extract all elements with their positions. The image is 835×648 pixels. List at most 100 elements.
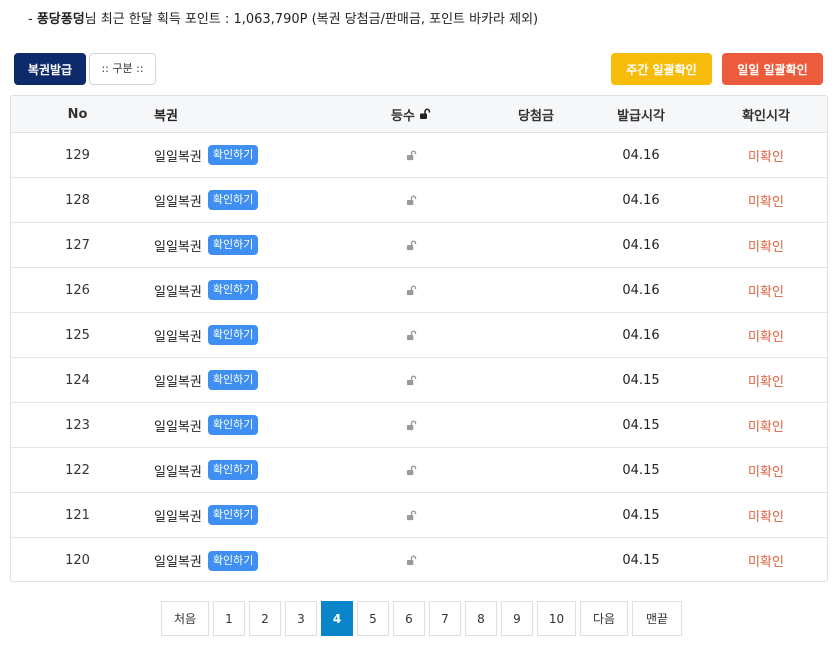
row-rank: [366, 538, 456, 581]
page-4-button[interactable]: 4: [321, 601, 353, 636]
weekly-bulk-check-button[interactable]: 주간 일괄확인: [611, 53, 712, 85]
status-text: 미확인: [748, 419, 784, 435]
status-text: 미확인: [748, 284, 784, 300]
row-check-status: 미확인: [711, 493, 821, 537]
confirm-button[interactable]: 확인하기: [207, 505, 259, 525]
confirm-button[interactable]: 확인하기: [207, 415, 259, 435]
confirm-button[interactable]: 확인하기: [207, 190, 259, 210]
row-prize: [471, 493, 601, 537]
page-first-button[interactable]: 처음: [161, 601, 209, 636]
header-rank-label: 등수: [391, 108, 415, 124]
row-rank: [366, 223, 456, 267]
confirm-button[interactable]: 확인하기: [207, 280, 259, 300]
unlock-icon: [406, 420, 417, 431]
status-text: 미확인: [748, 509, 784, 525]
row-name: 일일복권 확인하기: [151, 538, 361, 581]
confirm-button[interactable]: 확인하기: [207, 325, 259, 345]
row-rank: [366, 313, 456, 357]
lottery-name: 일일복권: [154, 149, 202, 165]
unlock-icon: [406, 195, 417, 206]
summary-username: 퐁당퐁덩: [36, 12, 85, 27]
page-last-button[interactable]: 맨끝: [632, 601, 682, 636]
row-no: 121: [65, 507, 90, 523]
pagination: 처음 1 2 3 4 5 6 7 8 9 10 다음 맨끝: [0, 601, 835, 636]
page-6-button[interactable]: 6: [393, 601, 425, 636]
page-7-button[interactable]: 7: [429, 601, 461, 636]
row-issued-time: 04.15: [622, 417, 660, 433]
status-text: 미확인: [748, 149, 784, 165]
row-rank: [366, 178, 456, 222]
table-row: 120 일일복권 확인하기 04.15 미확인: [11, 538, 827, 581]
table-row: 121 일일복권 확인하기 04.15 미확인: [11, 493, 827, 538]
row-check-status: 미확인: [711, 223, 821, 267]
row-issued-time: 04.16: [622, 192, 660, 208]
header-issued: 발급시각: [617, 108, 665, 124]
row-no: 129: [65, 147, 90, 163]
header-name-label: 복권: [154, 108, 178, 124]
row-check-status: 미확인: [711, 313, 821, 357]
row-check-status: 미확인: [711, 133, 821, 177]
page-9-button[interactable]: 9: [501, 601, 533, 636]
confirm-button[interactable]: 확인하기: [207, 370, 259, 390]
row-name: 일일복권 확인하기: [151, 493, 361, 537]
row-no: 124: [65, 372, 90, 388]
lottery-name: 일일복권: [154, 555, 202, 570]
row-prize: [471, 358, 601, 402]
row-no: 122: [65, 462, 90, 478]
row-no: 123: [65, 417, 90, 433]
table-row: 126 일일복권 확인하기 04.16 미확인: [11, 268, 827, 313]
unlock-icon: [406, 330, 417, 341]
category-select[interactable]: :: 구분 ::: [89, 53, 156, 85]
page-5-button[interactable]: 5: [357, 601, 389, 636]
confirm-button[interactable]: 확인하기: [207, 550, 259, 571]
row-issued-time: 04.15: [622, 553, 660, 568]
page-next-button[interactable]: 다음: [580, 601, 628, 636]
header-rank: 등수: [366, 96, 456, 132]
page-10-button[interactable]: 10: [537, 601, 576, 636]
row-rank: [366, 358, 456, 402]
page-8-button[interactable]: 8: [465, 601, 497, 636]
unlock-icon: [406, 465, 417, 476]
page-2-button[interactable]: 2: [249, 601, 281, 636]
page-1-button[interactable]: 1: [213, 601, 245, 636]
summary-text: 님 최근 한달 획득 포인트 : 1,063,790P (복권 당첨금/판매금,…: [84, 12, 539, 27]
header-name: 복권: [151, 96, 361, 132]
daily-bulk-check-button[interactable]: 일일 일괄확인: [722, 53, 823, 85]
summary-prefix: -: [28, 12, 37, 27]
lottery-name: 일일복권: [154, 194, 202, 210]
row-issued-time: 04.15: [622, 372, 660, 388]
status-text: 미확인: [748, 329, 784, 345]
lottery-name: 일일복권: [154, 239, 202, 255]
unlock-icon: [406, 375, 417, 386]
confirm-button[interactable]: 확인하기: [207, 145, 259, 165]
row-issued-time: 04.16: [622, 237, 660, 253]
row-check-status: 미확인: [711, 178, 821, 222]
row-rank: [366, 448, 456, 492]
page-3-button[interactable]: 3: [285, 601, 317, 636]
confirm-button[interactable]: 확인하기: [207, 235, 259, 255]
row-no: 128: [65, 192, 90, 208]
table-row: 128 일일복권 확인하기 04.16 미확인: [11, 178, 827, 223]
row-issued-time: 04.16: [622, 147, 660, 163]
header-no: No: [67, 106, 88, 122]
row-prize: [471, 268, 601, 312]
row-prize: [471, 178, 601, 222]
row-name: 일일복권 확인하기: [151, 268, 361, 312]
issue-lottery-button[interactable]: 복권발급: [14, 53, 86, 85]
table-row: 125 일일복권 확인하기 04.16 미확인: [11, 313, 827, 358]
row-name: 일일복권 확인하기: [151, 133, 361, 177]
row-prize: [471, 448, 601, 492]
points-summary: - 퐁당퐁덩님 최근 한달 획득 포인트 : 1,063,790P (복권 당첨…: [28, 8, 538, 27]
table-header: No 복권 등수 당첨금 발급시각 확인시각: [11, 96, 827, 133]
row-check-status: 미확인: [711, 403, 821, 447]
lottery-name: 일일복권: [154, 419, 202, 435]
row-prize: [471, 538, 601, 581]
lottery-name: 일일복권: [154, 284, 202, 300]
row-prize: [471, 403, 601, 447]
row-name: 일일복권 확인하기: [151, 403, 361, 447]
row-issued-time: 04.15: [622, 462, 660, 478]
row-check-status: 미확인: [711, 268, 821, 312]
confirm-button[interactable]: 확인하기: [207, 460, 259, 480]
row-name: 일일복권 확인하기: [151, 358, 361, 402]
status-text: 미확인: [748, 239, 784, 255]
